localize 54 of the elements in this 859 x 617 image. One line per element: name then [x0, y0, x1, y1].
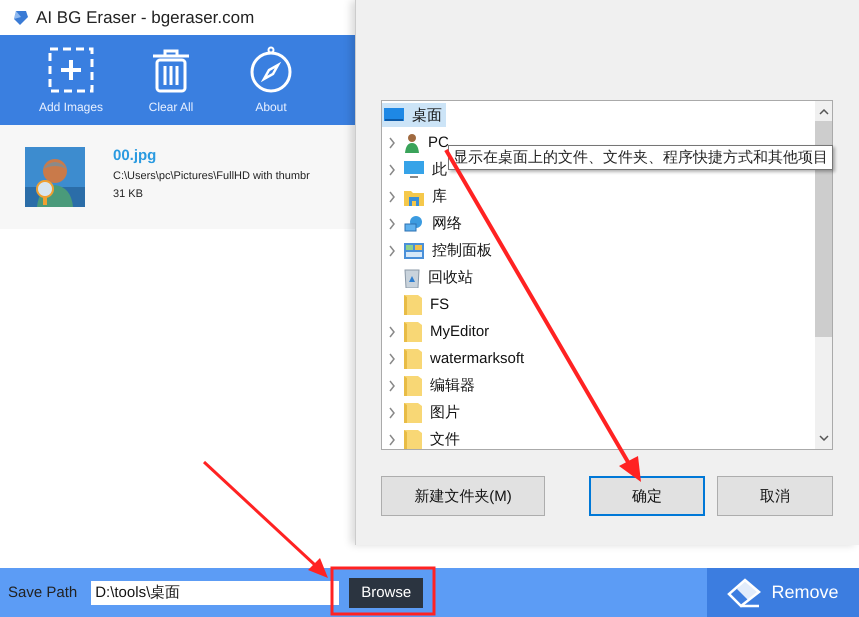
remove-button[interactable]: Remove	[707, 568, 859, 617]
chevron-right-icon[interactable]	[388, 406, 396, 418]
chevron-right-icon[interactable]	[388, 190, 396, 202]
folder-icon	[404, 376, 422, 396]
tree-item[interactable]: 桌面	[382, 103, 446, 127]
scrollbar[interactable]	[815, 101, 832, 449]
tree-item[interactable]: 此	[404, 158, 451, 182]
save-path-field[interactable]: D:\tools\桌面	[91, 580, 340, 604]
app-logo-icon	[12, 8, 30, 26]
monitor-icon	[384, 107, 404, 123]
file-size: 31 KB	[113, 188, 144, 200]
tree-item[interactable]: MyEditor	[404, 320, 494, 344]
scrollbar-thumb[interactable]	[815, 121, 832, 337]
chevron-right-icon[interactable]	[388, 136, 396, 148]
dialog-button[interactable]: 确定	[589, 476, 705, 516]
eraser-icon	[727, 578, 762, 608]
dialog-button[interactable]: 取消	[717, 476, 833, 516]
file-item[interactable]: 00.jpg C:\Users\pc\Pictures\FullHD with thumbr 31 KB	[0, 125, 355, 229]
chevron-right-icon[interactable]	[388, 218, 396, 230]
chevron-right-icon[interactable]	[388, 164, 396, 176]
recycle-bin-icon	[404, 268, 420, 288]
tree-item[interactable]: 库	[404, 184, 451, 208]
tree-item[interactable]: 文件	[404, 428, 464, 449]
tooltip: 显示在桌面上的文件、文件夹、程序快捷方式和其他项目	[448, 145, 833, 170]
browse-button[interactable]: Browse	[349, 578, 424, 608]
dialog-button[interactable]: 新建文件夹(M)	[381, 476, 545, 516]
chevron-right-icon[interactable]	[388, 326, 396, 338]
scroll-down-icon[interactable]	[818, 435, 828, 441]
user-icon	[404, 132, 420, 152]
folder-icon	[404, 430, 422, 449]
tree-item[interactable]: 回收站	[404, 266, 477, 290]
file-path: C:\Users\pc\Pictures\FullHD with thumbr	[113, 170, 310, 182]
tree-item[interactable]: FS	[404, 292, 454, 316]
folder-icon	[404, 294, 422, 314]
tree-item[interactable]: 图片	[404, 400, 464, 424]
tree-item[interactable]: 编辑器	[404, 374, 479, 398]
add-icon	[47, 46, 95, 94]
tree-item[interactable]: watermarksoft	[404, 346, 528, 370]
folder-icon	[404, 348, 422, 368]
network-icon	[404, 214, 424, 232]
folder-icon	[404, 322, 422, 342]
scroll-up-icon[interactable]	[818, 109, 828, 115]
chevron-right-icon[interactable]	[388, 352, 396, 364]
control-panel-icon	[404, 242, 424, 258]
window-title: AI BG Eraser - bgeraser.com	[36, 8, 254, 28]
chevron-right-icon[interactable]	[388, 380, 396, 392]
tree-item[interactable]: 控制面板	[404, 238, 496, 262]
chevron-right-icon[interactable]	[388, 244, 396, 256]
tree-item[interactable]: 网络	[404, 212, 466, 236]
folder-icon	[404, 402, 422, 422]
chevron-right-icon[interactable]	[388, 434, 396, 446]
file-name: 00.jpg	[113, 147, 158, 164]
save-path-label: Save Path	[8, 584, 78, 601]
monitor-icon	[404, 160, 424, 178]
